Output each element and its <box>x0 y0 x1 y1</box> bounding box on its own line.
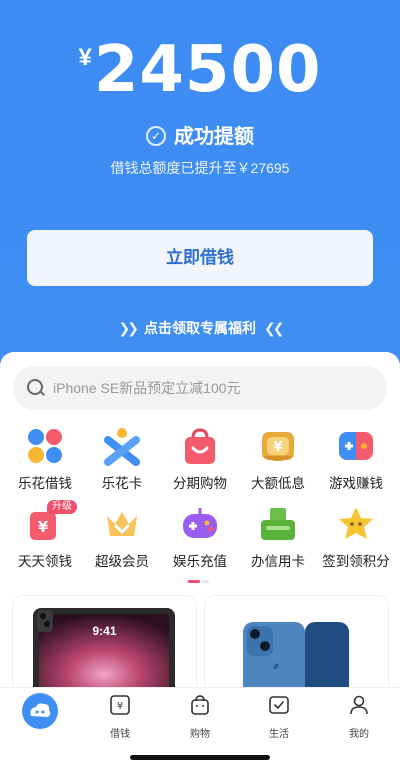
search-bar[interactable]: iPhone SE新品预定立减100元 <box>13 366 387 410</box>
ipad-time: 9:41 <box>92 624 117 638</box>
tab-label: 我的 <box>349 729 369 740</box>
double-chevron-left-icon: ❮❮ <box>264 320 285 336</box>
home-indicator <box>130 755 270 760</box>
grid-item-label: 办信用卡 <box>251 554 305 569</box>
success-message: ✓ 成功提额 <box>0 120 400 149</box>
svg-text:¥: ¥ <box>273 440 282 455</box>
success-text: 成功提额 <box>174 126 254 148</box>
grid-item-installment-shopping[interactable]: 分期购物 <box>160 426 240 492</box>
grid-item-entertainment-recharge[interactable]: 娱乐充值 <box>160 504 240 570</box>
person-icon <box>350 695 368 715</box>
search-icon <box>27 379 45 397</box>
page-dot <box>203 580 209 583</box>
grid-item-label: 娱乐充值 <box>173 554 227 569</box>
bag-icon <box>191 695 209 715</box>
double-chevron-right-icon: ❯❯ <box>118 320 140 336</box>
ipad-image <box>33 608 175 704</box>
crown-icon <box>102 504 142 544</box>
game-controller-icon <box>336 426 376 466</box>
tab-shopping[interactable]: 购物 <box>170 694 230 740</box>
grid-item-label: 大额低息 <box>251 476 305 491</box>
iphone-image <box>243 622 349 702</box>
loan-yen-icon: ¥ <box>110 695 130 715</box>
grid-item-checkin-points[interactable]: 签到领积分 <box>316 504 396 570</box>
tab-profile[interactable]: 我的 <box>329 694 389 740</box>
grid-item-daily-money[interactable]: ¥ 升级 天天领钱 <box>5 500 85 570</box>
grid-item-label: 签到领积分 <box>322 554 390 569</box>
tab-label: 购物 <box>190 729 210 740</box>
tab-loan[interactable]: ¥ 借钱 <box>90 694 150 740</box>
grid-item-super-vip[interactable]: 超级会员 <box>82 504 162 570</box>
product-cards: 9:41 <box>0 596 400 706</box>
benefit-label: 点击领取专属福利 <box>144 320 256 336</box>
grid-item-label: 乐花借钱 <box>18 476 72 491</box>
grid-item-label: 天天领钱 <box>18 554 72 569</box>
tab-life[interactable]: 生活 <box>249 694 309 740</box>
borrow-now-button[interactable]: 立即借钱 <box>27 230 373 286</box>
currency-symbol: ¥ <box>78 44 92 71</box>
grid-item-label: 乐花卡 <box>101 476 143 491</box>
tab-label: 借钱 <box>110 729 130 740</box>
amount-value: 24500 <box>93 33 322 107</box>
grid-item-label: 分期购物 <box>173 476 227 491</box>
credit-amount: ¥24500 <box>0 36 400 104</box>
grid-item-label: 游戏赚钱 <box>329 476 383 491</box>
svg-text:¥: ¥ <box>38 518 49 536</box>
tab-home[interactable] <box>10 692 70 739</box>
hero-section: ¥24500 ✓ 成功提额 借钱总额度已提升至￥27695 立即借钱 ❯❯ 点击领取… <box>0 0 400 380</box>
total-limit-text: 借钱总额度已提升至￥27695 <box>110 160 290 176</box>
check-circle-icon: ✓ <box>146 125 166 146</box>
flower-icon <box>25 426 65 466</box>
grid-item-large-low-interest[interactable]: ¥ 大额低息 <box>238 426 318 492</box>
gamepad-purple-icon <box>180 504 220 544</box>
card-x-icon <box>102 426 142 466</box>
credit-card-green-icon <box>258 504 298 544</box>
star-icon <box>336 504 376 544</box>
services-panel: iPhone SE新品预定立减100元 乐花借钱 乐花卡 分期购物 ¥ 大额低息… <box>0 352 400 706</box>
grid-item-lehua-loan[interactable]: 乐花借钱 <box>5 426 85 492</box>
grid-item-apply-credit-card[interactable]: 办信用卡 <box>238 504 318 570</box>
page-indicator <box>188 580 209 583</box>
grid-item-label: 超级会员 <box>95 554 149 569</box>
life-check-icon <box>269 696 289 714</box>
grid-item-lehua-card[interactable]: 乐花卡 <box>82 426 162 492</box>
search-placeholder: iPhone SE新品预定立减100元 <box>53 380 241 396</box>
wallet-yen-icon: ¥ <box>258 426 298 466</box>
grid-item-game-earn[interactable]: 游戏赚钱 <box>316 426 396 492</box>
upgrade-badge: 升级 <box>47 500 77 514</box>
coupon-yen-icon: ¥ 升级 <box>25 500 77 544</box>
claim-benefit-link[interactable]: ❯❯ 点击领取专属福利 ❮❮ <box>0 318 400 338</box>
shopping-bag-icon <box>180 426 220 466</box>
page-dot-active <box>188 580 200 583</box>
svg-text:¥: ¥ <box>117 701 123 712</box>
home-cloud-icon <box>22 693 58 729</box>
tab-label: 生活 <box>269 729 289 740</box>
